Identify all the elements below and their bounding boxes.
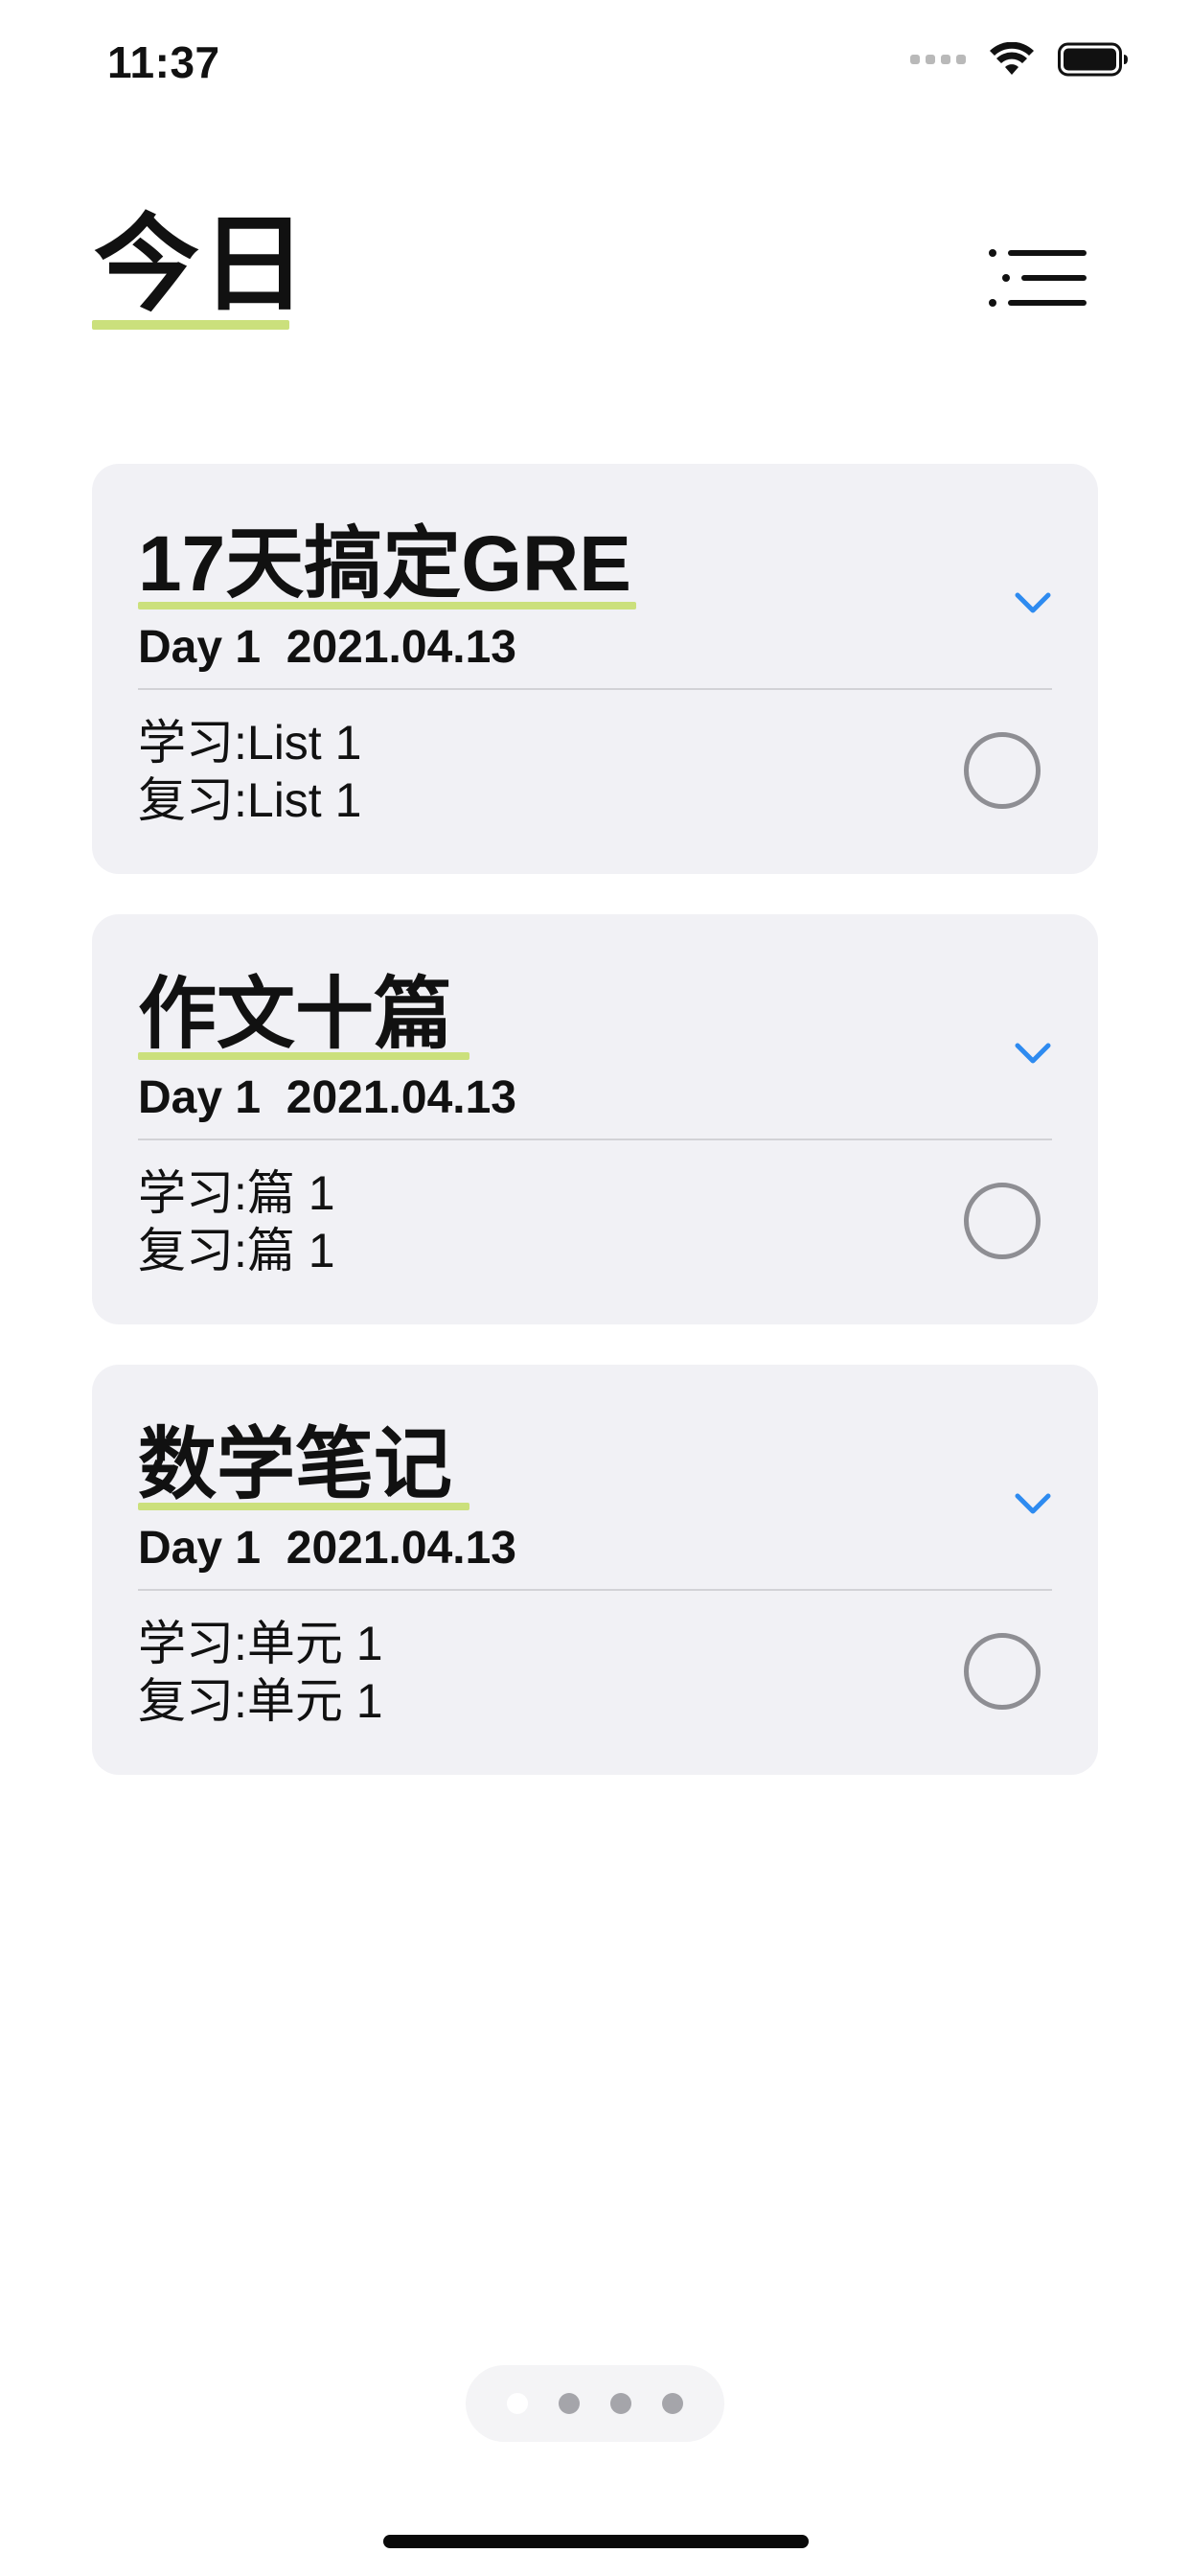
status-time: 11:37 xyxy=(107,37,220,87)
review-text: 复习:单元 1 xyxy=(138,1674,383,1728)
card-subtitle: Day 1 2021.04.13 xyxy=(138,1072,516,1123)
chevron-down-icon[interactable] xyxy=(1014,1041,1052,1066)
review-text: 复习:篇 1 xyxy=(138,1224,335,1277)
chevron-down-icon[interactable] xyxy=(1014,590,1052,615)
page-dot[interactable] xyxy=(559,2393,580,2414)
page-title: 今日 xyxy=(94,206,309,324)
complete-checkbox[interactable] xyxy=(964,1633,1041,1710)
page-dot-active[interactable] xyxy=(507,2393,528,2414)
menu-icon[interactable] xyxy=(989,247,1088,309)
card-divider xyxy=(138,688,1052,690)
study-text: 学习:List 1 xyxy=(138,716,362,770)
chevron-down-icon[interactable] xyxy=(1014,1491,1052,1516)
status-bar: 11:37 xyxy=(0,0,1190,134)
page-dot[interactable] xyxy=(610,2393,631,2414)
card-subtitle: Day 1 2021.04.13 xyxy=(138,1523,516,1574)
page-dot[interactable] xyxy=(662,2393,683,2414)
battery-icon xyxy=(1058,42,1128,77)
signal-icon xyxy=(910,55,966,64)
card-divider xyxy=(138,1589,1052,1591)
card-title: 数学笔记 xyxy=(138,1421,453,1508)
plan-card[interactable]: 作文十篇 Day 1 2021.04.13 学习:篇 1 复习:篇 1 xyxy=(92,914,1098,1324)
status-icons xyxy=(910,42,1129,77)
card-title: 17天搞定GRE xyxy=(138,520,631,608)
card-divider xyxy=(138,1138,1052,1140)
complete-checkbox[interactable] xyxy=(964,1183,1041,1259)
wifi-icon xyxy=(990,42,1034,75)
plan-card[interactable]: 17天搞定GRE Day 1 2021.04.13 学习:List 1 复习:L… xyxy=(92,464,1098,874)
home-indicator[interactable] xyxy=(383,2535,809,2548)
card-subtitle: Day 1 2021.04.13 xyxy=(138,622,516,673)
complete-checkbox[interactable] xyxy=(964,732,1041,809)
study-text: 学习:单元 1 xyxy=(138,1617,383,1670)
review-text: 复习:List 1 xyxy=(138,773,362,827)
study-text: 学习:篇 1 xyxy=(138,1166,335,1220)
card-title: 作文十篇 xyxy=(138,971,453,1058)
plan-card[interactable]: 数学笔记 Day 1 2021.04.13 学习:单元 1 复习:单元 1 xyxy=(92,1365,1098,1775)
page-indicator[interactable] xyxy=(466,2365,724,2442)
